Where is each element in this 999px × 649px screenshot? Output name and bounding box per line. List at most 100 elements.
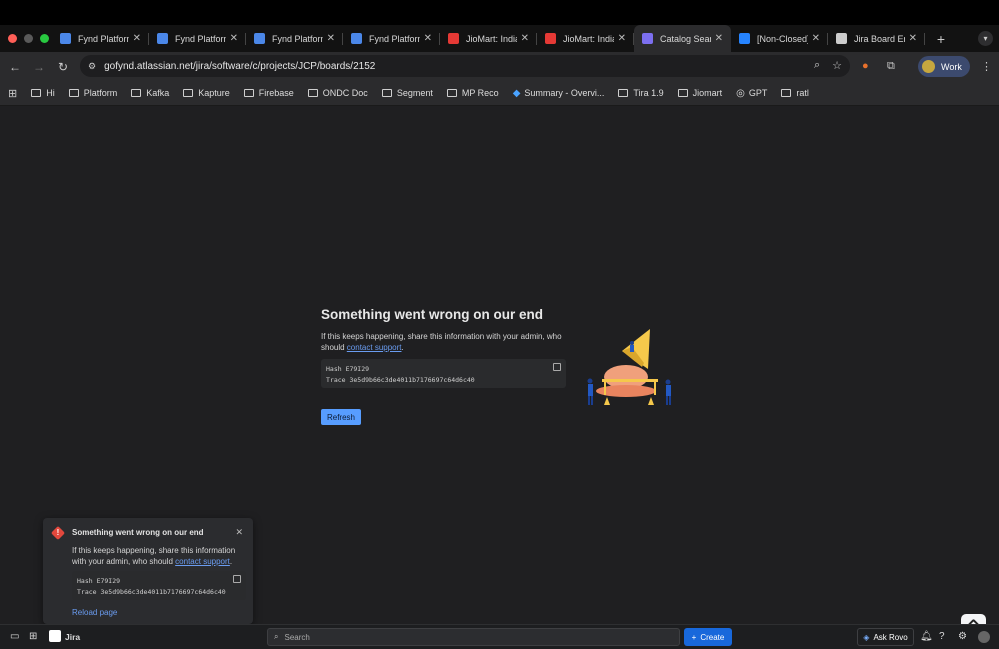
- bookmark-item[interactable]: Kapture: [183, 88, 230, 99]
- tab-title: Jira Board Error: [854, 33, 905, 44]
- browser-tab[interactable]: JioMart: India ✕: [440, 25, 537, 52]
- tab-list: Fynd Platform ✕ Fynd Platform ✕ Fynd Platfor…: [52, 25, 925, 52]
- bookmark-item[interactable]: Tira 1.9: [618, 88, 664, 99]
- bookmark-label: Hi: [46, 88, 55, 98]
- extensions-puzzle-icon[interactable]: ⧉: [887, 60, 895, 73]
- fynd-icon: [254, 33, 265, 44]
- new-tab-button[interactable]: +: [931, 31, 951, 47]
- tab-close-icon[interactable]: ✕: [133, 33, 141, 44]
- back-arrow-icon[interactable]: ←: [3, 60, 27, 74]
- bookmark-label: ratl: [796, 88, 809, 98]
- copy-icon[interactable]: [553, 363, 561, 371]
- bookmark-star-icon[interactable]: ☆: [832, 59, 842, 72]
- tab-close-icon[interactable]: ✕: [909, 33, 917, 44]
- tab-close-icon[interactable]: ✕: [424, 33, 432, 44]
- reload-page-link[interactable]: Reload page: [72, 608, 243, 617]
- maximize-window-button[interactable]: [40, 34, 49, 43]
- settings-gear-icon[interactable]: ⚙: [958, 631, 967, 642]
- tab-search-icon[interactable]: ▾: [978, 31, 993, 46]
- toast-trace-text: Trace 3e5d9b66c3de4011b7176697c64d6c40: [77, 588, 226, 596]
- sidebar-toggle-icon[interactable]: ▭: [10, 631, 19, 642]
- jiomart-icon: [545, 33, 556, 44]
- bookmark-item[interactable]: Platform: [68, 88, 117, 99]
- rovo-icon: ◈: [863, 632, 870, 642]
- apps-grid-icon[interactable]: ⊞: [8, 87, 17, 100]
- reload-icon[interactable]: ↻: [51, 60, 75, 74]
- jira-icon: [739, 33, 750, 44]
- browser-tab[interactable]: Fynd Platform ✕: [343, 25, 440, 52]
- browser-tab[interactable]: JioMart: India ✕: [537, 25, 634, 52]
- browser-tab[interactable]: Jira Board Error ✕: [828, 25, 925, 52]
- browser-tab[interactable]: [Non-Closed] ✕: [731, 25, 828, 52]
- tab-close-icon[interactable]: ✕: [715, 33, 723, 44]
- tab-title: Fynd Platform: [78, 33, 129, 44]
- bookmark-item[interactable]: ◆ Summary - Overvi...: [513, 88, 605, 99]
- bookmark-item[interactable]: ONDC Doc: [307, 88, 368, 99]
- contact-support-link[interactable]: contact support: [347, 343, 402, 352]
- bookmark-list: Hi Platform Kafka Kapture Firebase ONDC Doc Se…: [31, 88, 823, 99]
- browser-tab-strip: Fynd Platform ✕ Fynd Platform ✕ Fynd Platfor…: [0, 25, 999, 52]
- browser-tab[interactable]: Fynd Platform ✕: [149, 25, 246, 52]
- toast-contact-support-link[interactable]: contact support: [175, 557, 230, 566]
- bookmark-item[interactable]: Segment: [381, 88, 433, 99]
- tab-title: [Non-Closed]: [757, 33, 808, 44]
- user-avatar[interactable]: [978, 631, 990, 643]
- bookmark-item[interactable]: Hi: [31, 88, 55, 99]
- close-window-button[interactable]: [8, 34, 17, 43]
- bookmark-item[interactable]: Jiomart: [677, 88, 723, 99]
- browser-menu-icon[interactable]: ⋮: [981, 60, 992, 73]
- tab-close-icon[interactable]: ✕: [327, 33, 335, 44]
- folder-icon: [446, 89, 457, 97]
- bookmark-item[interactable]: ratl: [781, 88, 809, 99]
- bookmark-item[interactable]: ◎ GPT: [736, 88, 767, 99]
- app-switcher-icon[interactable]: ⊞: [29, 631, 37, 642]
- bookmark-label: Kapture: [198, 88, 230, 98]
- bookmark-label: Tira 1.9: [633, 88, 664, 98]
- fynd-icon: [60, 33, 71, 44]
- tab-close-icon[interactable]: ✕: [521, 33, 529, 44]
- ask-rovo-button[interactable]: ◈ Ask Rovo: [857, 628, 914, 646]
- help-question-icon[interactable]: ?: [939, 631, 945, 642]
- toast-copy-icon[interactable]: [233, 575, 241, 583]
- tab-title: JioMart: India: [563, 33, 614, 44]
- tab-title: Fynd Platform: [175, 33, 226, 44]
- bookmark-label: MP Reco: [461, 88, 499, 98]
- create-button[interactable]: + Create: [684, 628, 732, 646]
- close-icon[interactable]: ✕: [235, 527, 243, 538]
- search-input[interactable]: ⌕ Search: [267, 628, 680, 646]
- forward-arrow-icon[interactable]: →: [27, 60, 51, 74]
- browser-tab[interactable]: Catalog Search ✕: [634, 25, 731, 52]
- browser-tab[interactable]: Fynd Platform ✕: [52, 25, 149, 52]
- avatar: [922, 60, 935, 73]
- address-bar[interactable]: ⚙ gofynd.atlassian.net/jira/software/c/p…: [80, 55, 850, 77]
- fynd-icon: [157, 33, 168, 44]
- folder-icon: [307, 89, 318, 97]
- search-icon: ⌕: [274, 632, 279, 641]
- minimize-window-button[interactable]: [24, 34, 33, 43]
- bookmark-item[interactable]: Firebase: [243, 88, 294, 99]
- fynd-icon: [351, 33, 362, 44]
- bookmark-item[interactable]: Kafka: [131, 88, 169, 99]
- bookmark-item[interactable]: MP Reco: [446, 88, 499, 99]
- trace-text: Trace 3e5d9b66c3de4011b7176697c64d6c40: [326, 376, 475, 384]
- jira-logo-icon[interactable]: [49, 630, 61, 642]
- zoom-search-icon[interactable]: ⌕: [814, 59, 820, 72]
- folder-icon: [381, 89, 392, 97]
- tab-title: Fynd Platform: [369, 33, 420, 44]
- profile-button[interactable]: Work: [918, 56, 970, 77]
- extension-icon[interactable]: ●: [862, 60, 869, 72]
- profile-label: Work: [941, 61, 962, 72]
- browser-tab[interactable]: Fynd Platform ✕: [246, 25, 343, 52]
- refresh-button[interactable]: Refresh: [321, 409, 361, 425]
- tab-close-icon[interactable]: ✕: [230, 33, 238, 44]
- error-title: Something went wrong on our end: [321, 307, 543, 322]
- bookmark-label: Jiomart: [692, 88, 723, 98]
- notifications-bell-icon[interactable]: 🔔︎: [920, 631, 933, 642]
- bookmark-label: GPT: [748, 88, 768, 98]
- bookmark-label: ONDC Doc: [322, 88, 368, 98]
- tab-close-icon[interactable]: ✕: [812, 33, 820, 44]
- tab-close-icon[interactable]: ✕: [618, 33, 626, 44]
- browser-toolbar: ← → ↻ ⚙ gofynd.atlassian.net/jira/softwa…: [0, 52, 999, 81]
- site-info-icon[interactable]: ⚙: [88, 61, 96, 72]
- macos-menubar: [0, 0, 999, 25]
